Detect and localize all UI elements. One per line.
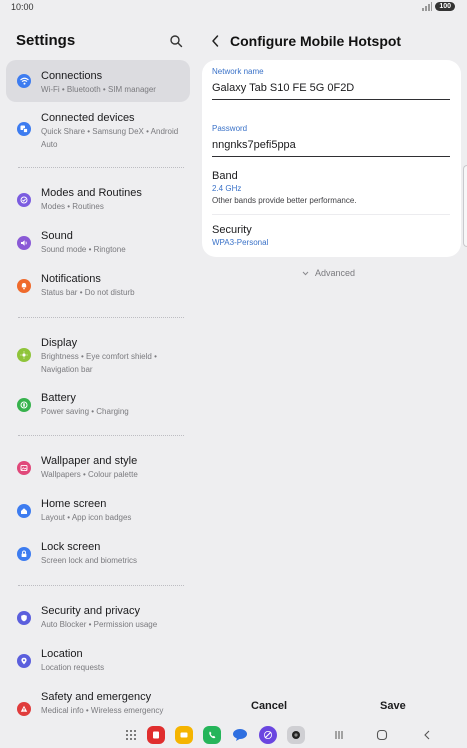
security-label: Security — [212, 224, 252, 236]
password-input[interactable]: nngnks7pefi5ppa — [212, 139, 296, 151]
menu-item-notifications[interactable]: Notifications Status bar • Do not distur… — [6, 268, 190, 302]
lock-icon — [17, 547, 31, 561]
menu-item-connected-devices[interactable]: Connected devices Quick Share • Samsung … — [6, 106, 190, 152]
wifi-icon — [17, 74, 31, 88]
menu-item-subtitle: Quick Share • Samsung DeX • Android Auto — [41, 127, 179, 149]
back-nav-icon[interactable] — [418, 726, 436, 744]
files-app-icon[interactable] — [175, 726, 193, 744]
advanced-label: Advanced — [315, 268, 356, 278]
menu-item-connections[interactable]: Connections Wi-Fi • Bluetooth • SIM mana… — [6, 60, 190, 102]
menu-item-title: Connected devices — [41, 112, 135, 124]
menu-item-lock-screen[interactable]: Lock screen Screen lock and biometrics — [6, 536, 190, 570]
messages-app-icon[interactable] — [231, 726, 249, 744]
menu-item-security-and-privacy[interactable]: Security and privacy Auto Blocker • Perm… — [6, 600, 190, 634]
menu-item-subtitle: Screen lock and biometrics — [41, 556, 138, 565]
modes-icon — [17, 193, 31, 207]
notes-app-icon[interactable] — [147, 726, 165, 744]
section-divider — [18, 317, 184, 318]
recent-apps-icon[interactable] — [330, 726, 348, 744]
password-label: Password — [212, 124, 248, 133]
section-divider — [18, 435, 184, 436]
back-button[interactable] — [209, 32, 223, 50]
chevron-down-icon — [302, 268, 309, 278]
menu-item-title: Security and privacy — [41, 605, 141, 617]
menu-item-title: Display — [41, 337, 78, 349]
menu-item-wallpaper-and-style[interactable]: Wallpaper and style Wallpapers • Colour … — [6, 450, 190, 484]
page-title: Configure Mobile Hotspot — [230, 33, 402, 49]
cancel-button[interactable]: Cancel — [251, 700, 287, 712]
home-icon — [17, 504, 31, 518]
wallpaper-icon — [17, 461, 31, 475]
menu-item-title: Battery — [41, 392, 76, 404]
band-label: Band — [212, 170, 238, 182]
band-description: Other bands provide better performance. — [212, 196, 357, 205]
camera-app-icon[interactable] — [287, 726, 305, 744]
network-name-underline — [212, 99, 450, 100]
menu-item-subtitle: Power saving • Charging — [41, 407, 129, 416]
status-icons: 100 — [422, 2, 455, 11]
menu-item-title: Connections — [41, 70, 103, 82]
menu-item-subtitle: Location requests — [41, 663, 105, 672]
menu-item-subtitle: Sound mode • Ringtone — [41, 245, 126, 254]
internet-app-icon[interactable] — [259, 726, 277, 744]
menu-item-modes-and-routines[interactable]: Modes and Routines Modes • Routines — [6, 182, 190, 216]
menu-item-subtitle: Modes • Routines — [41, 202, 104, 211]
band-value: 2.4 GHz — [212, 184, 242, 193]
menu-item-display[interactable]: Display Brightness • Eye comfort shield … — [6, 332, 190, 378]
chevron-left-icon — [209, 35, 223, 54]
home-button-icon[interactable] — [373, 726, 391, 744]
menu-item-title: Location — [41, 648, 83, 660]
battery-icon — [17, 398, 31, 412]
network-name-label: Network name — [212, 67, 264, 76]
notifications-icon — [17, 279, 31, 293]
hotspot-config-card: Network name Galaxy Tab S10 FE 5G 0F2D P… — [202, 60, 461, 257]
search-icon[interactable] — [169, 34, 183, 48]
battery-level-badge: 100 — [435, 2, 455, 11]
section-divider — [18, 585, 184, 586]
signal-icon — [422, 2, 433, 11]
menu-item-location[interactable]: Location Location requests — [6, 643, 190, 677]
menu-item-sound[interactable]: Sound Sound mode • Ringtone — [6, 225, 190, 259]
menu-item-title: Notifications — [41, 273, 101, 285]
menu-item-subtitle: Auto Blocker • Permission usage — [41, 620, 158, 629]
menu-item-battery[interactable]: Battery Power saving • Charging — [6, 387, 190, 421]
menu-item-title: Home screen — [41, 498, 107, 510]
all-apps-icon[interactable] — [122, 726, 140, 744]
safety-icon — [17, 702, 31, 716]
menu-item-home-screen[interactable]: Home screen Layout • App icon badges — [6, 493, 190, 527]
menu-item-subtitle: Status bar • Do not disturb — [41, 288, 135, 297]
navigation-bar — [0, 722, 467, 748]
sound-icon — [17, 236, 31, 250]
menu-item-title: Modes and Routines — [41, 187, 142, 199]
security-value: WPA3-Personal — [212, 238, 269, 247]
advanced-toggle[interactable]: Advanced — [302, 268, 355, 278]
password-underline — [212, 156, 450, 157]
phone-app-icon[interactable] — [203, 726, 221, 744]
connected-devices-icon — [17, 122, 31, 136]
status-time: 10:00 — [11, 2, 34, 12]
menu-item-subtitle: Wi-Fi • Bluetooth • SIM manager — [41, 85, 156, 94]
menu-item-subtitle: Layout • App icon badges — [41, 513, 132, 522]
card-divider — [212, 214, 450, 215]
menu-item-title: Safety and emergency — [41, 691, 152, 703]
shield-icon — [17, 611, 31, 625]
menu-item-safety-and-emergency[interactable]: Safety and emergency Medical info • Wire… — [6, 686, 190, 720]
menu-item-title: Wallpaper and style — [41, 455, 138, 467]
menu-item-title: Sound — [41, 230, 73, 242]
menu-item-subtitle: Wallpapers • Colour palette — [41, 470, 138, 479]
status-bar: 10:00 100 — [0, 0, 467, 16]
edge-panel-handle[interactable] — [463, 165, 467, 247]
location-icon — [17, 654, 31, 668]
menu-item-subtitle: Medical info • Wireless emergency — [41, 706, 164, 715]
settings-title: Settings — [16, 32, 76, 49]
section-divider — [18, 167, 184, 168]
menu-item-title: Lock screen — [41, 541, 101, 553]
network-name-input[interactable]: Galaxy Tab S10 FE 5G 0F2D — [212, 82, 354, 94]
display-icon — [17, 348, 31, 362]
save-button[interactable]: Save — [380, 700, 406, 712]
menu-item-subtitle: Brightness • Eye comfort shield • Naviga… — [41, 352, 157, 374]
